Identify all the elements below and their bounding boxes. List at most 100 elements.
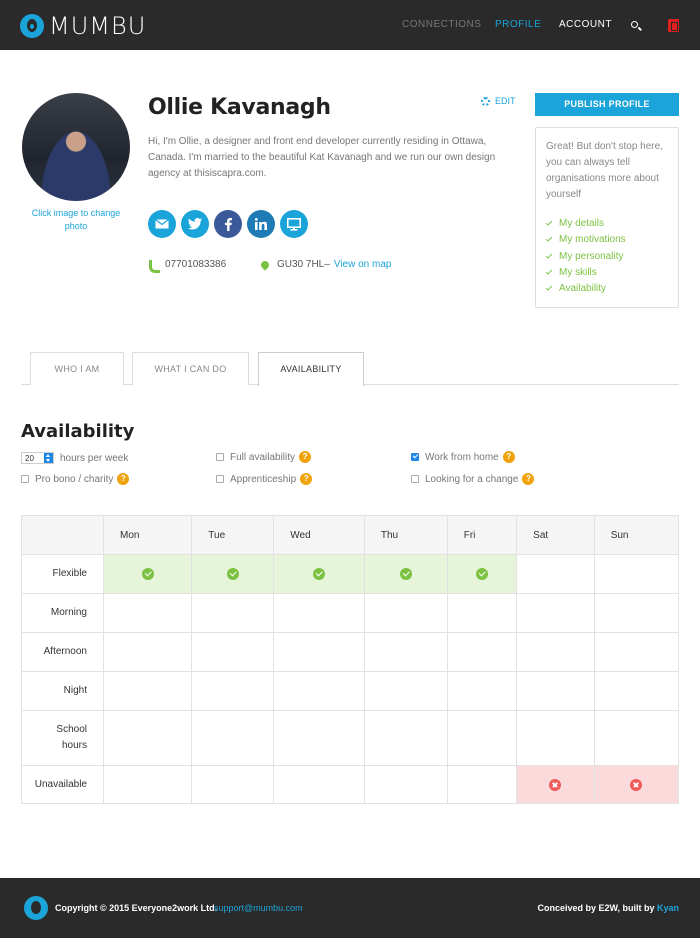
availability-cell[interactable]: [273, 554, 365, 594]
checklist-item-motivations[interactable]: My motivations: [545, 232, 668, 248]
row-label: Flexible: [21, 554, 104, 594]
availability-cell[interactable]: [273, 710, 365, 766]
apprenticeship-checkbox[interactable]: [216, 475, 224, 483]
availability-cell[interactable]: [363, 632, 448, 672]
checklist-item-skills[interactable]: My skills: [545, 265, 668, 281]
availability-cell[interactable]: [363, 765, 448, 804]
availability-cell[interactable]: [191, 593, 275, 633]
pro-bono-checkbox[interactable]: [21, 475, 29, 483]
availability-cell[interactable]: [446, 710, 518, 766]
help-icon[interactable]: ?: [117, 473, 130, 485]
looking-for-change-option[interactable]: Looking for a change ?: [411, 473, 535, 485]
availability-cell[interactable]: [363, 671, 448, 711]
header-corner: [21, 515, 104, 555]
availability-cell[interactable]: [191, 632, 275, 672]
availability-cell[interactable]: [593, 554, 680, 594]
looking-for-change-checkbox[interactable]: [411, 475, 419, 483]
check-circle-icon: [141, 568, 154, 580]
availability-cell[interactable]: [593, 765, 680, 804]
availability-cell[interactable]: [593, 671, 680, 711]
profile-bio: Hi, I'm Ollie, a designer and front end …: [148, 136, 496, 179]
location-contact: GU30 7HL – View on map: [259, 258, 392, 271]
availability-cell[interactable]: [516, 671, 595, 711]
linkedin-icon[interactable]: [247, 210, 275, 238]
work-from-home-option[interactable]: Work from home ?: [411, 451, 515, 463]
social-links: [148, 210, 308, 238]
twitter-icon[interactable]: [181, 210, 209, 238]
availability-cell[interactable]: [102, 554, 193, 594]
website-icon[interactable]: [280, 210, 308, 238]
availability-cell[interactable]: [516, 593, 595, 633]
help-icon[interactable]: ?: [299, 451, 312, 463]
availability-cell[interactable]: [446, 593, 518, 633]
kyan-link[interactable]: Kyan: [657, 903, 679, 913]
availability-cell[interactable]: [191, 554, 275, 594]
nav-profile[interactable]: PROFILE: [495, 0, 541, 50]
phone-icon: [149, 259, 160, 273]
email-icon[interactable]: [148, 210, 176, 238]
availability-cell[interactable]: [273, 593, 365, 633]
availability-cell[interactable]: [446, 671, 518, 711]
row-label: Night: [21, 671, 104, 711]
availability-cell[interactable]: [446, 765, 518, 804]
change-photo-link[interactable]: Click image to change photo: [22, 207, 130, 233]
nav-account[interactable]: ACCOUNT: [559, 0, 612, 50]
availability-cell[interactable]: [446, 554, 518, 594]
availability-cell[interactable]: [516, 554, 595, 594]
day-header: Sun: [593, 515, 680, 555]
availability-cell[interactable]: [102, 593, 193, 633]
brand-name: MUMBU: [49, 12, 147, 40]
view-on-map-link[interactable]: View on map: [334, 259, 392, 270]
checklist-item-availability[interactable]: Availability: [545, 281, 668, 297]
tab-availability[interactable]: AVAILABILITY: [258, 352, 364, 386]
tab-what-i-can-do[interactable]: WHAT I CAN DO: [132, 352, 249, 385]
availability-cell[interactable]: [363, 710, 448, 766]
logout-icon[interactable]: [668, 19, 679, 32]
availability-cell[interactable]: [191, 671, 275, 711]
availability-cell[interactable]: [446, 632, 518, 672]
availability-cell[interactable]: [593, 593, 680, 633]
availability-cell[interactable]: [273, 765, 365, 804]
table-row: Unavailable: [21, 765, 680, 804]
publish-profile-button[interactable]: PUBLISH PROFILE: [535, 93, 679, 116]
availability-cell[interactable]: [273, 632, 365, 672]
full-availability-checkbox[interactable]: [216, 453, 224, 461]
availability-cell[interactable]: [516, 765, 595, 804]
search-button[interactable]: [629, 0, 643, 50]
checklist-item-personality[interactable]: My personality: [545, 249, 668, 265]
pro-bono-option[interactable]: Pro bono / charity ?: [21, 473, 130, 485]
availability-cell[interactable]: [102, 710, 193, 766]
availability-cell[interactable]: [191, 710, 275, 766]
full-availability-option[interactable]: Full availability ?: [216, 451, 312, 463]
help-icon[interactable]: ?: [300, 473, 313, 485]
work-from-home-checkbox[interactable]: [411, 453, 419, 461]
help-icon[interactable]: ?: [522, 473, 535, 485]
nav-connections[interactable]: CONNECTIONS: [402, 0, 481, 50]
availability-cell[interactable]: [102, 765, 193, 804]
apprenticeship-option[interactable]: Apprenticeship ?: [216, 473, 313, 485]
availability-cell[interactable]: [273, 671, 365, 711]
availability-cell[interactable]: [516, 710, 595, 766]
stepper-arrows-icon[interactable]: [44, 453, 53, 463]
table-row: Night: [21, 671, 680, 711]
tab-who-i-am[interactable]: WHO I AM: [30, 352, 124, 385]
location-pin-icon: [259, 258, 271, 271]
avatar[interactable]: [22, 93, 130, 201]
support-email-link[interactable]: support@mumbu.com: [214, 903, 303, 913]
availability-cell[interactable]: [191, 765, 275, 804]
availability-cell[interactable]: [593, 710, 680, 766]
availability-cell[interactable]: [593, 632, 680, 672]
help-icon[interactable]: ?: [502, 451, 515, 463]
availability-cell[interactable]: [363, 554, 448, 594]
checklist-item-details[interactable]: My details: [545, 216, 668, 232]
edit-button[interactable]: EDIT: [481, 96, 516, 106]
check-icon: [545, 235, 553, 243]
availability-cell[interactable]: [516, 632, 595, 672]
footer-logo-icon[interactable]: [24, 896, 48, 920]
facebook-icon[interactable]: [214, 210, 242, 238]
mumbu-logo[interactable]: MUMBU: [20, 12, 146, 40]
availability-cell[interactable]: [363, 593, 448, 633]
availability-cell[interactable]: [102, 671, 193, 711]
hours-stepper[interactable]: 20: [21, 452, 54, 464]
availability-cell[interactable]: [102, 632, 193, 672]
